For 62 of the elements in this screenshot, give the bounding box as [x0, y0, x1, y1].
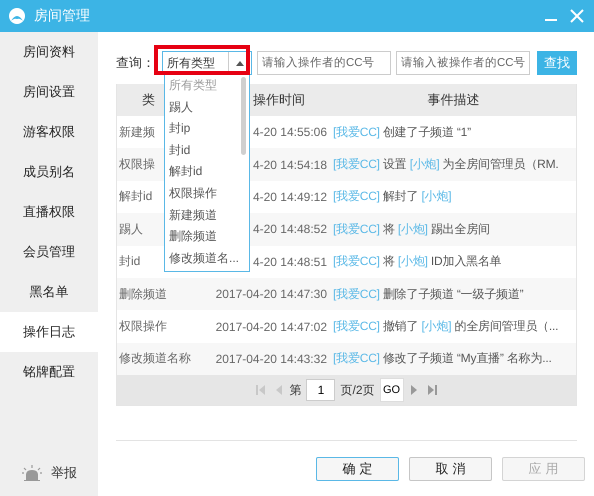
- alarm-icon[interactable]: [21, 465, 43, 481]
- sidebar-item[interactable]: 成员别名: [0, 152, 98, 192]
- sidebar-item[interactable]: 房间设置: [0, 72, 98, 112]
- target-field[interactable]: 请输入被操作者的CC号: [396, 51, 530, 75]
- table-cell-text: 解封id: [118, 188, 152, 206]
- sidebar-item[interactable]: 会员管理: [0, 232, 98, 272]
- sidebar-item[interactable]: 游客权限: [0, 112, 98, 152]
- page-field[interactable]: 1: [306, 379, 336, 402]
- dialog-button[interactable]: 取 消: [409, 457, 492, 482]
- event-description: [我爱CC] 解封了 [小炮]: [332, 188, 452, 206]
- table-cell-text: 权限操: [118, 156, 155, 174]
- page-total: 页/2页: [340, 382, 374, 399]
- sidebar-item[interactable]: 操作日志: [0, 312, 98, 352]
- event-description: [我爱CC] 创建了子频道 “1”: [332, 124, 472, 141]
- table-cell-text: 4-20 14:55:06: [252, 125, 328, 140]
- scrollbar-thumb[interactable]: [241, 77, 246, 155]
- logo-icon: [8, 7, 26, 25]
- table-cell-text: 4-20 14:48:52: [252, 222, 328, 236]
- close-icon[interactable]: [568, 7, 586, 25]
- operator-field[interactable]: 请输入操作者的CC号: [257, 51, 391, 75]
- column-header: 操作时间: [253, 91, 305, 109]
- table-cell-text: 4-20 14:49:12: [252, 190, 328, 204]
- table-cell-text: 4-20 14:48:51: [252, 254, 328, 269]
- table-cell-text: 封id: [118, 253, 140, 270]
- event-description: [我爱CC] 删除了子频道 “一级子频道”: [332, 286, 524, 303]
- column-header: 类: [142, 91, 155, 109]
- report-link[interactable]: 举报: [51, 464, 77, 482]
- table-cell-text: 2017-04-20 14:43:32: [214, 352, 328, 366]
- dropdown-option[interactable]: 封ip: [169, 118, 241, 140]
- dropdown-option[interactable]: 踢人: [169, 96, 241, 118]
- event-description: [我爱CC] 撤销了 [小炮] 的全房间管理员（...: [332, 318, 560, 336]
- dropdown-option[interactable]: 封id: [169, 140, 241, 162]
- sidebar-item[interactable]: 黑名单: [0, 272, 98, 312]
- last-page-icon[interactable]: [426, 384, 438, 396]
- sidebar-item[interactable]: 房间资料: [0, 32, 98, 72]
- table-cell-text: 2017-04-20 14:47:30: [214, 287, 328, 302]
- window-title: 房间管理: [34, 7, 91, 25]
- dropdown-option[interactable]: 解封id: [169, 161, 241, 183]
- column-header: 事件描述: [426, 91, 480, 109]
- event-description: [我爱CC] 将 [小炮] 踢出全房间: [332, 220, 491, 238]
- table-cell-text: 权限操作: [118, 318, 167, 336]
- page-label: 第: [289, 382, 302, 399]
- go-button[interactable]: GO: [380, 378, 404, 402]
- event-description: [我爱CC] 修改了子频道 “My直播” 名称为...: [332, 350, 553, 368]
- dialog-button[interactable]: 确 定: [316, 457, 399, 482]
- dropdown-option[interactable]: 修改频道名...: [169, 248, 241, 270]
- table-cell-text: 2017-04-20 14:47:02: [214, 320, 328, 334]
- query-label: 查询：: [116, 54, 155, 72]
- caret-up-icon[interactable]: [236, 60, 244, 66]
- table-cell-text: 修改频道名称: [118, 350, 191, 368]
- table-cell-text: 4-20 14:54:18: [252, 158, 328, 172]
- table-cell-text: 删除频道: [118, 286, 167, 303]
- event-description: [我爱CC] 设置 [小炮] 为全房间管理员（RM.: [332, 156, 560, 174]
- dropdown-option[interactable]: 删除频道: [169, 226, 241, 248]
- dropdown-option[interactable]: 权限操作: [169, 182, 241, 205]
- sidebar-item[interactable]: 铭牌配置: [0, 352, 98, 392]
- dropdown-option[interactable]: 新建频道: [169, 204, 241, 226]
- sidebar-item[interactable]: 直播权限: [0, 192, 98, 232]
- first-page-icon[interactable]: [255, 384, 268, 396]
- table-cell-text: 踢人: [118, 220, 143, 238]
- table-cell-text: 新建频: [118, 124, 155, 141]
- event-description: [我爱CC] 将 [小炮] ID加入黑名单: [332, 253, 502, 270]
